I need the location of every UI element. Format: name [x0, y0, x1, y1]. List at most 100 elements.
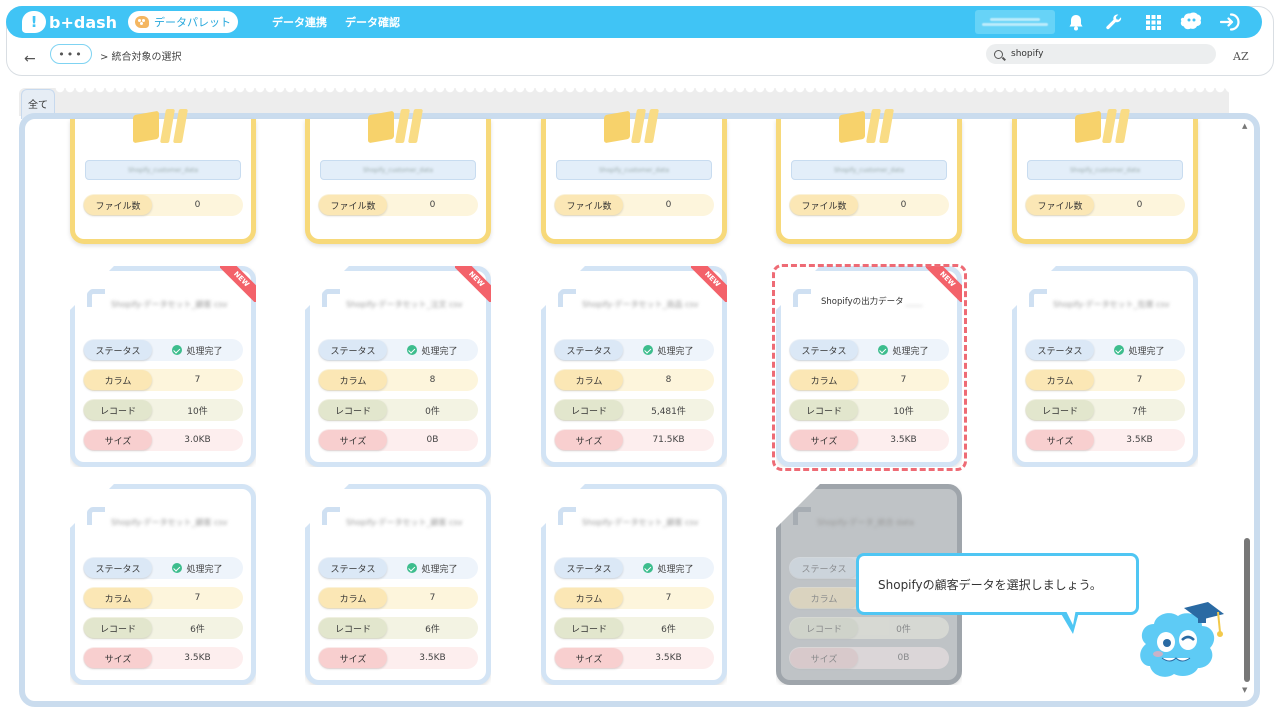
- size-value: 3.5KB: [1126, 435, 1153, 445]
- file-count-row: ファイル数 0: [789, 194, 949, 216]
- record-value: 5,481件: [651, 406, 686, 417]
- check-circle-icon: [172, 563, 183, 573]
- data-card[interactable]: Shopify-データセット_在庫 csv ステータス 処理完了 カラム 7 レコード 7件…: [1012, 266, 1198, 467]
- record-value: 0件: [896, 624, 911, 635]
- size-row: サイズ 3.5KB: [1025, 429, 1185, 451]
- record-label: レコード: [319, 400, 387, 420]
- folder-icon: [368, 109, 426, 147]
- search-input[interactable]: [1011, 49, 1201, 59]
- nav-data-integration[interactable]: データ連携: [272, 14, 327, 30]
- card-title-redacted: Shopify-データセット_注文 csv: [346, 300, 463, 309]
- record-row: レコード 0件: [789, 617, 949, 639]
- data-card[interactable]: Shopify-データセット_顧客 csv ステータス 処理完了 カラム 7 レコード 6件…: [541, 484, 727, 685]
- status-label: ステータス: [555, 558, 623, 578]
- top-navigation-bar: ! b+dash データパレット データ連携 データ確認: [6, 6, 1262, 38]
- status-value: 処理完了: [186, 564, 223, 575]
- folder-card[interactable]: Shopify_customer_data ファイル数 0: [541, 109, 727, 244]
- wrench-icon[interactable]: [1102, 10, 1126, 34]
- status-value: 処理完了: [657, 564, 694, 575]
- record-label: レコード: [1026, 400, 1094, 420]
- file-count-label: ファイル数: [790, 195, 858, 215]
- folder-card[interactable]: Shopify_customer_data ファイル数 0: [70, 109, 256, 244]
- folder-name-redacted: Shopify_customer_data: [85, 160, 241, 180]
- sort-az-icon[interactable]: AZ: [1233, 50, 1249, 63]
- mascot-character-icon[interactable]: [1132, 598, 1224, 690]
- status-label: ステータス: [790, 558, 858, 578]
- column-value: 7: [194, 375, 201, 385]
- size-value: 3.5KB: [655, 653, 682, 663]
- file-corner-icon: [558, 507, 576, 525]
- data-card[interactable]: Shopify-データセット_顧客 csv ステータス 処理完了 カラム 7 レコード 6件…: [305, 484, 491, 685]
- grid-apps-icon[interactable]: [1141, 10, 1165, 34]
- guide-tooltip: Shopifyの顧客データを選択しましょう。: [856, 553, 1139, 615]
- file-corner-icon: [558, 289, 576, 307]
- file-count-value: 0: [900, 200, 907, 210]
- size-row: サイズ 3.5KB: [83, 647, 243, 669]
- vertical-scrollbar-thumb[interactable]: [1244, 538, 1250, 682]
- status-value: 処理完了: [1128, 346, 1165, 357]
- file-count-value: 0: [665, 200, 672, 210]
- column-label: カラム: [790, 588, 858, 608]
- card-title-redacted: Shopify-データセット_商品 csv: [582, 300, 699, 309]
- check-circle-icon: [1114, 345, 1125, 355]
- folder-card[interactable]: Shopify_customer_data ファイル数 0: [1012, 109, 1198, 244]
- status-label: ステータス: [319, 558, 387, 578]
- back-arrow-icon[interactable]: ←: [24, 51, 36, 67]
- card-title-redacted: Shopify-データセット_顧客 csv: [346, 518, 463, 527]
- size-label: サイズ: [319, 430, 387, 450]
- size-value: 3.0KB: [184, 435, 211, 445]
- palette-icon: [135, 16, 149, 28]
- bell-icon[interactable]: [1064, 10, 1088, 34]
- folder-name-redacted: Shopify_customer_data: [556, 160, 712, 180]
- search-box[interactable]: [986, 44, 1216, 64]
- nav-data-check[interactable]: データ確認: [345, 14, 400, 30]
- selection-highlight-frame: [772, 264, 967, 471]
- file-count-row: ファイル数 0: [83, 194, 243, 216]
- file-count-label: ファイル数: [555, 195, 623, 215]
- file-corner-icon: [87, 507, 105, 525]
- data-card[interactable]: Shopify-データセット_顧客 csv NEW ステータス 処理完了 カラム 7 レコー…: [70, 266, 256, 467]
- data-card[interactable]: Shopify-データセット_注文 csv NEW ステータス 処理完了 カラム 8 レコー…: [305, 266, 491, 467]
- scroll-down-arrow-icon[interactable]: ▼: [1242, 686, 1247, 694]
- data-card[interactable]: Shopify-データセット_顧客 csv ステータス 処理完了 カラム 7 レコード 6件…: [70, 484, 256, 685]
- scroll-up-arrow-icon[interactable]: ▲: [1242, 122, 1247, 130]
- status-row: ステータス 処理完了: [1025, 339, 1185, 361]
- column-row: カラム 8: [554, 369, 714, 391]
- column-label: カラム: [319, 370, 387, 390]
- mascot-help-icon[interactable]: [1179, 10, 1203, 34]
- size-value: 0B: [897, 653, 910, 663]
- status-label: ステータス: [84, 340, 152, 360]
- status-row: ステータス 処理完了: [554, 339, 714, 361]
- size-row: サイズ 0B: [789, 647, 949, 669]
- file-count-row: ファイル数 0: [1025, 194, 1185, 216]
- size-value: 0B: [426, 435, 439, 445]
- new-badge: NEW: [455, 266, 491, 302]
- user-info-redacted[interactable]: [975, 10, 1055, 34]
- size-label: サイズ: [555, 648, 623, 668]
- folder-icon: [1075, 109, 1133, 147]
- logout-icon[interactable]: [1218, 10, 1242, 34]
- card-title-redacted: Shopify-データセット_顧客 csv: [582, 518, 699, 527]
- data-card[interactable]: Shopify-データセット_商品 csv NEW ステータス 処理完了 カラム 8 レコー…: [541, 266, 727, 467]
- breadcrumb-more-button[interactable]: •••: [50, 44, 92, 64]
- app-logo[interactable]: ! b+dash: [22, 10, 117, 34]
- column-row: カラム 7: [83, 587, 243, 609]
- check-circle-icon: [643, 345, 654, 355]
- logo-text: b+dash: [49, 12, 118, 32]
- status-label: ステータス: [1026, 340, 1094, 360]
- record-row: レコード 6件: [83, 617, 243, 639]
- column-value: 7: [429, 593, 436, 603]
- folder-icon: [839, 109, 897, 147]
- folder-card[interactable]: Shopify_customer_data ファイル数 0: [305, 109, 491, 244]
- record-row: レコード 0件: [318, 399, 478, 421]
- folder-card[interactable]: Shopify_customer_data ファイル数 0: [776, 109, 962, 244]
- check-circle-icon: [407, 563, 418, 573]
- size-row: サイズ 3.0KB: [83, 429, 243, 451]
- file-corner-icon: [322, 289, 340, 307]
- file-count-label: ファイル数: [1026, 195, 1094, 215]
- logo-mark: !: [22, 11, 46, 33]
- column-value: 7: [665, 593, 672, 603]
- file-count-label: ファイル数: [319, 195, 387, 215]
- data-palette-button[interactable]: データパレット: [128, 11, 238, 33]
- status-value: 処理完了: [657, 346, 694, 357]
